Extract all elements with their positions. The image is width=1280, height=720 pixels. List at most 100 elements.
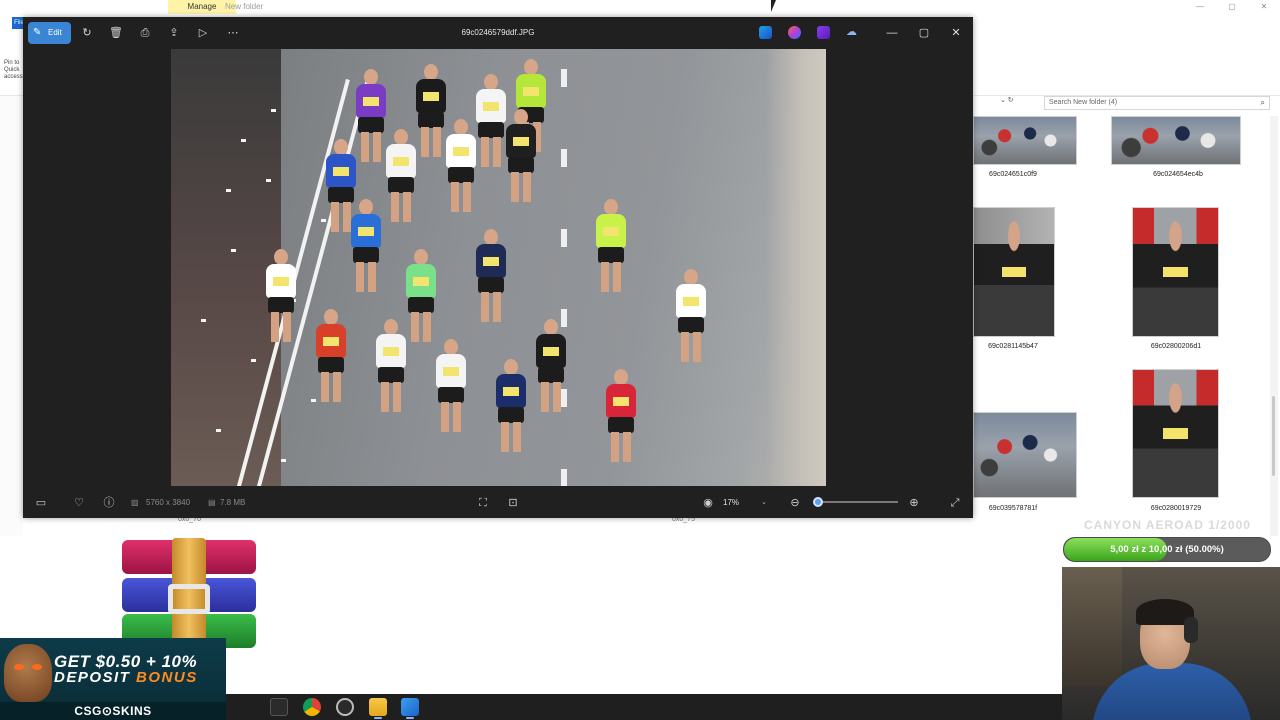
race-bib bbox=[683, 297, 699, 306]
zoom-slider-thumb[interactable] bbox=[813, 497, 823, 507]
edit-button[interactable]: ✎ Edit bbox=[28, 22, 71, 44]
thumbnail-image[interactable] bbox=[1132, 369, 1219, 498]
zoom-in-icon[interactable]: ⊕ bbox=[904, 493, 924, 513]
runner-legs bbox=[421, 127, 441, 157]
runner-legs bbox=[601, 262, 621, 292]
runner-shorts bbox=[678, 317, 704, 333]
runner-head bbox=[359, 199, 373, 215]
viewer-minimize-icon[interactable]: — bbox=[881, 23, 903, 43]
race-bib bbox=[1162, 266, 1189, 278]
runner bbox=[346, 199, 386, 299]
cup bbox=[241, 139, 246, 142]
runner bbox=[601, 369, 641, 469]
steam-icon[interactable] bbox=[336, 698, 354, 716]
edit-label: Edit bbox=[48, 28, 62, 37]
race-bib bbox=[358, 227, 374, 236]
main-photo[interactable] bbox=[171, 49, 826, 486]
mouse-cursor bbox=[771, 0, 776, 12]
runner-legs bbox=[681, 332, 701, 362]
runner-shorts bbox=[608, 417, 634, 433]
road-dash bbox=[561, 469, 567, 486]
filmstrip-icon[interactable]: ▭ bbox=[31, 493, 51, 513]
race-bib bbox=[423, 92, 439, 101]
scrollbar-thumb[interactable] bbox=[1272, 396, 1275, 476]
cup bbox=[216, 429, 221, 432]
designer-app-icon[interactable] bbox=[788, 26, 801, 39]
viewer-close-icon[interactable]: ✕ bbox=[945, 23, 967, 43]
close-icon[interactable]: ✕ bbox=[1248, 0, 1280, 14]
viewer-maximize-icon[interactable]: ▢ bbox=[913, 23, 935, 43]
winrar-icon[interactable] bbox=[122, 538, 256, 648]
folder-icon[interactable] bbox=[369, 698, 387, 716]
runner-legs bbox=[611, 432, 631, 462]
photo-viewer-window: ✎ Edit ↻ 🗑 ⎙ ⇪ ▷ ⋯ 69c0246579ddf.JPG ☁ —… bbox=[23, 17, 973, 518]
rotate-icon[interactable]: ↻ bbox=[77, 23, 97, 43]
dimensions-icon: ▨ bbox=[131, 498, 139, 507]
donation-progress-bar: 5,00 zł z 10,00 zł (50.00%) bbox=[1063, 537, 1271, 562]
runner-shorts bbox=[378, 367, 404, 383]
fit-to-window-icon[interactable]: ⛶ bbox=[473, 493, 493, 513]
actual-size-icon[interactable]: ⊡ bbox=[503, 493, 523, 513]
runner-legs bbox=[391, 192, 411, 222]
zoom-out-icon[interactable]: ⊖ bbox=[785, 493, 805, 513]
runner-head bbox=[274, 249, 288, 265]
webcam-feed bbox=[1062, 567, 1280, 720]
zoom-slider[interactable] bbox=[813, 497, 898, 507]
thumbnail-image[interactable] bbox=[973, 412, 1077, 498]
runner bbox=[501, 109, 541, 209]
print-icon[interactable]: ⎙ bbox=[135, 23, 155, 43]
runner-shorts bbox=[268, 297, 294, 313]
road-dash bbox=[561, 69, 567, 87]
image-dimensions: 5760 x 3840 bbox=[146, 498, 191, 507]
clipchamp-icon[interactable] bbox=[817, 26, 830, 39]
search-input[interactable]: Search New folder (4) ⌕ bbox=[1044, 96, 1270, 110]
runner-head bbox=[544, 319, 558, 335]
thumbnail-image[interactable] bbox=[973, 207, 1055, 337]
delete-icon[interactable]: 🗑 bbox=[106, 23, 126, 43]
onedrive-off-icon[interactable]: ☁ bbox=[846, 26, 859, 39]
race-bib bbox=[1002, 266, 1026, 278]
runner-legs bbox=[271, 312, 291, 342]
thumbnail-image[interactable] bbox=[973, 116, 1077, 165]
donation-text: 5,00 zł z 10,00 zł (50.00%) bbox=[1110, 544, 1224, 555]
stream-overlay-text: CANYON AEROAD 1/2000 bbox=[1084, 518, 1251, 532]
promo-bonus: BONUS bbox=[136, 669, 198, 686]
thumbnail-image[interactable] bbox=[1111, 116, 1241, 165]
file-size-icon: ▤ bbox=[208, 498, 216, 507]
runner-head bbox=[324, 309, 338, 325]
slideshow-icon[interactable]: ▷ bbox=[193, 23, 213, 43]
race-bib bbox=[443, 367, 459, 376]
race-bib bbox=[503, 387, 519, 396]
active-indicator bbox=[406, 717, 414, 719]
chrome-icon[interactable] bbox=[303, 698, 321, 716]
zoom-dropdown[interactable]: 17% ⌄ bbox=[723, 493, 767, 513]
navigation-pane bbox=[0, 96, 23, 536]
editor-app-icon[interactable] bbox=[759, 26, 772, 39]
terminal-icon[interactable] bbox=[270, 698, 288, 716]
race-bib bbox=[603, 227, 619, 236]
race-bib bbox=[613, 397, 629, 406]
fullscreen-icon[interactable]: ⤢ bbox=[945, 493, 965, 513]
race-bib bbox=[483, 257, 499, 266]
photos-app-icon[interactable] bbox=[401, 698, 419, 716]
address-bar-controls[interactable]: ⌄ ↻ bbox=[1000, 96, 1040, 110]
more-options-icon[interactable]: ⋯ bbox=[223, 23, 243, 43]
thumbnail-image[interactable] bbox=[1132, 207, 1219, 337]
runner-legs bbox=[356, 262, 376, 292]
minimize-icon[interactable]: — bbox=[1184, 0, 1216, 14]
explorer-titlebar: Manage New folder — ▢ ✕ bbox=[0, 0, 1280, 16]
favorite-icon[interactable]: ♡ bbox=[69, 493, 89, 513]
runner-legs bbox=[361, 132, 381, 162]
pin-quick-access[interactable]: Pin to Quick access bbox=[4, 60, 24, 81]
runner bbox=[371, 319, 411, 419]
runner-legs bbox=[451, 182, 471, 212]
runner-shorts bbox=[438, 387, 464, 403]
share-icon[interactable]: ⇪ bbox=[164, 23, 184, 43]
maximize-icon[interactable]: ▢ bbox=[1216, 0, 1248, 14]
scrollbar[interactable] bbox=[1270, 116, 1278, 536]
race-bib bbox=[523, 87, 539, 96]
info-icon[interactable]: ⓘ bbox=[99, 493, 119, 513]
runner bbox=[431, 339, 471, 439]
visual-search-icon[interactable]: ◉ bbox=[698, 493, 718, 513]
chevron-down-icon: ⌄ bbox=[761, 499, 767, 506]
